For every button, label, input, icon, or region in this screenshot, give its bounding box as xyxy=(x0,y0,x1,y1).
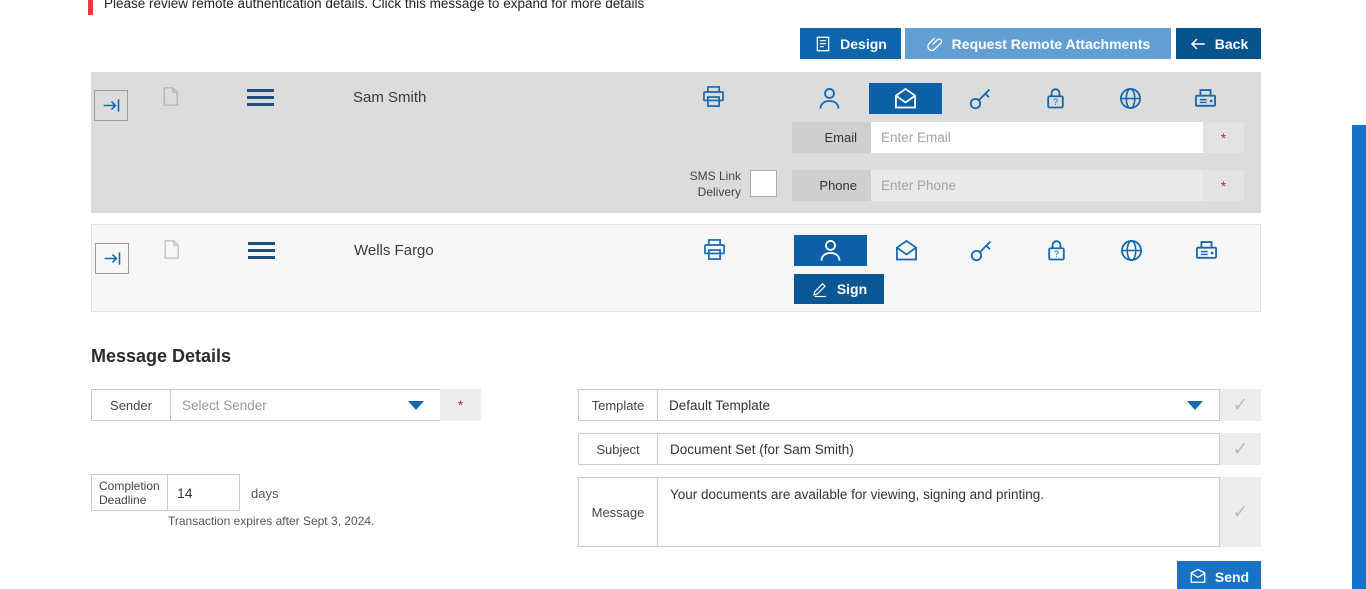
message-details-heading: Message Details xyxy=(91,346,232,366)
template-valid-marker: ✓ xyxy=(1220,389,1261,421)
person-icon xyxy=(816,85,843,112)
recipient-row-sam-smith: Sam Smith Email * SMS Link Delivery Phon… xyxy=(91,72,1261,213)
notice-text: Please review remote authentication deta… xyxy=(104,0,645,11)
template-select[interactable]: Default Template xyxy=(657,389,1220,421)
lock-question-icon xyxy=(1042,85,1069,112)
delivery-method-in-person[interactable] xyxy=(793,83,866,114)
delivery-method-online[interactable] xyxy=(1095,235,1168,266)
sender-label: Sender xyxy=(91,389,171,421)
email-required-marker: * xyxy=(1203,122,1244,153)
drag-handle-icon[interactable] xyxy=(248,242,275,259)
expiry-note: Transaction expires after Sept 3, 2024. xyxy=(168,514,375,528)
recipient-name: Wells Fargo xyxy=(354,242,434,259)
delivery-method-in-person[interactable] xyxy=(794,235,867,266)
phone-field-label: Phone xyxy=(792,170,871,201)
recipient-row-wells-fargo: Wells Fargo Sign xyxy=(91,224,1261,312)
globe-icon xyxy=(1117,85,1144,112)
delivery-method-email[interactable] xyxy=(869,83,942,114)
fax-icon xyxy=(1192,85,1219,112)
paperclip-icon xyxy=(926,35,944,53)
back-button-label: Back xyxy=(1214,35,1249,52)
sms-label-line2: Delivery xyxy=(697,185,741,199)
drag-handle-icon[interactable] xyxy=(247,89,274,106)
delivery-method-security-question[interactable] xyxy=(1020,235,1093,266)
completion-deadline-input[interactable] xyxy=(167,474,240,511)
design-button[interactable]: Design xyxy=(800,28,901,59)
route-arrow-icon xyxy=(101,95,122,116)
request-remote-attachments-button[interactable]: Request Remote Attachments xyxy=(905,28,1171,59)
pen-icon xyxy=(811,280,829,298)
delivery-method-security-question[interactable] xyxy=(1019,83,1092,114)
message-label: Message xyxy=(578,477,658,547)
mail-icon xyxy=(892,85,919,112)
document-icon[interactable] xyxy=(160,236,183,263)
phone-input[interactable] xyxy=(871,170,1203,201)
globe-icon xyxy=(1118,237,1145,264)
sms-link-delivery-checkbox[interactable] xyxy=(750,170,777,197)
routing-order-button[interactable] xyxy=(95,243,129,274)
completion-label-line1: Completion xyxy=(99,478,160,493)
scrollbar-thumb[interactable] xyxy=(1352,125,1366,589)
request-button-label: Request Remote Attachments xyxy=(951,35,1151,52)
sms-link-delivery-label: SMS Link Delivery xyxy=(647,168,741,200)
person-icon xyxy=(817,237,844,264)
email-input[interactable] xyxy=(871,122,1203,153)
email-field-label: Email xyxy=(792,122,871,153)
mail-icon xyxy=(893,237,920,264)
phone-required-marker: * xyxy=(1203,170,1244,201)
delivery-method-email[interactable] xyxy=(870,235,943,266)
envelope-send-page: Please review remote authentication deta… xyxy=(0,0,1366,589)
fax-icon xyxy=(1193,237,1220,264)
delivery-method-fax[interactable] xyxy=(1170,235,1243,266)
sign-button[interactable]: Sign xyxy=(794,274,884,304)
sms-label-line1: SMS Link xyxy=(689,169,741,183)
print-icon[interactable] xyxy=(701,236,728,263)
completion-deadline-label: Completion Deadline xyxy=(91,474,168,511)
subject-valid-marker: ✓ xyxy=(1220,433,1261,465)
routing-order-button[interactable] xyxy=(94,90,128,121)
key-icon xyxy=(967,85,994,112)
template-select-value: Default Template xyxy=(669,397,771,413)
print-icon[interactable] xyxy=(700,83,727,110)
sender-select[interactable]: Select Sender xyxy=(170,389,441,421)
delivery-method-fax[interactable] xyxy=(1169,83,1242,114)
message-textarea[interactable]: Your documents are available for viewing… xyxy=(657,477,1220,547)
recipient-name: Sam Smith xyxy=(353,89,427,106)
key-icon xyxy=(968,237,995,264)
sign-button-label: Sign xyxy=(836,281,868,297)
sender-select-value: Select Sender xyxy=(182,397,267,413)
send-button[interactable]: Send xyxy=(1177,561,1261,589)
subject-label: Subject xyxy=(578,433,658,465)
route-arrow-icon xyxy=(102,248,123,269)
deadline-unit-label: days xyxy=(251,486,279,501)
design-icon xyxy=(814,35,832,53)
chevron-down-icon xyxy=(408,401,424,410)
subject-input[interactable] xyxy=(657,433,1220,465)
delivery-method-passcode[interactable] xyxy=(945,235,1018,266)
notice-banner[interactable]: Please review remote authentication deta… xyxy=(88,0,1260,15)
sender-required-marker: * xyxy=(440,389,481,421)
back-arrow-icon xyxy=(1189,35,1207,53)
delivery-method-online[interactable] xyxy=(1094,83,1167,114)
template-label: Template xyxy=(578,389,658,421)
completion-label-line2: Deadline xyxy=(99,492,147,507)
send-button-label: Send xyxy=(1214,569,1250,585)
design-button-label: Design xyxy=(840,35,887,52)
back-button[interactable]: Back xyxy=(1176,28,1261,59)
delivery-method-passcode[interactable] xyxy=(944,83,1017,114)
lock-question-icon xyxy=(1043,237,1070,264)
document-icon[interactable] xyxy=(159,83,182,110)
send-envelope-icon xyxy=(1189,568,1207,586)
message-valid-marker: ✓ xyxy=(1220,477,1261,547)
chevron-down-icon xyxy=(1187,401,1203,410)
notice-accent-bar xyxy=(88,0,93,15)
